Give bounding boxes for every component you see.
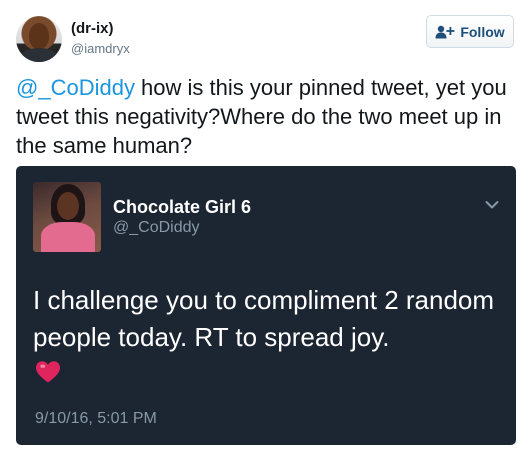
quoted-avatar-top (41, 222, 95, 252)
tweet-text: @_CoDiddy how is this your pinned tweet,… (16, 73, 516, 160)
follow-button[interactable]: Follow (426, 15, 514, 48)
quoted-display-name[interactable]: Chocolate Girl 6 (113, 197, 251, 218)
quoted-tweet-card[interactable]: Chocolate Girl 6 @_CoDiddy I challenge y… (16, 166, 516, 445)
author-handle[interactable]: @iamdryx (71, 41, 130, 56)
chevron-down-icon[interactable] (485, 200, 499, 210)
quoted-avatar-face (57, 192, 79, 220)
avatar-face (29, 23, 49, 49)
tweet: (dr-ix) @iamdryx Follow @_CoDiddy how is… (0, 0, 529, 453)
heart-icon (36, 361, 60, 383)
quoted-avatar[interactable] (33, 182, 101, 252)
avatar[interactable] (16, 16, 62, 62)
avatar-shirt (20, 48, 58, 62)
follow-button-label: Follow (460, 23, 505, 40)
mention-link[interactable]: @_CoDiddy (16, 75, 135, 100)
quoted-timestamp[interactable]: 9/10/16, 5:01 PM (35, 410, 157, 428)
quoted-handle[interactable]: @_CoDiddy (113, 219, 200, 237)
add-user-icon (435, 25, 455, 38)
quoted-tweet-text: I challenge you to compliment 2 random p… (33, 285, 495, 352)
author-display-name[interactable]: (dr-ix) (71, 20, 114, 37)
